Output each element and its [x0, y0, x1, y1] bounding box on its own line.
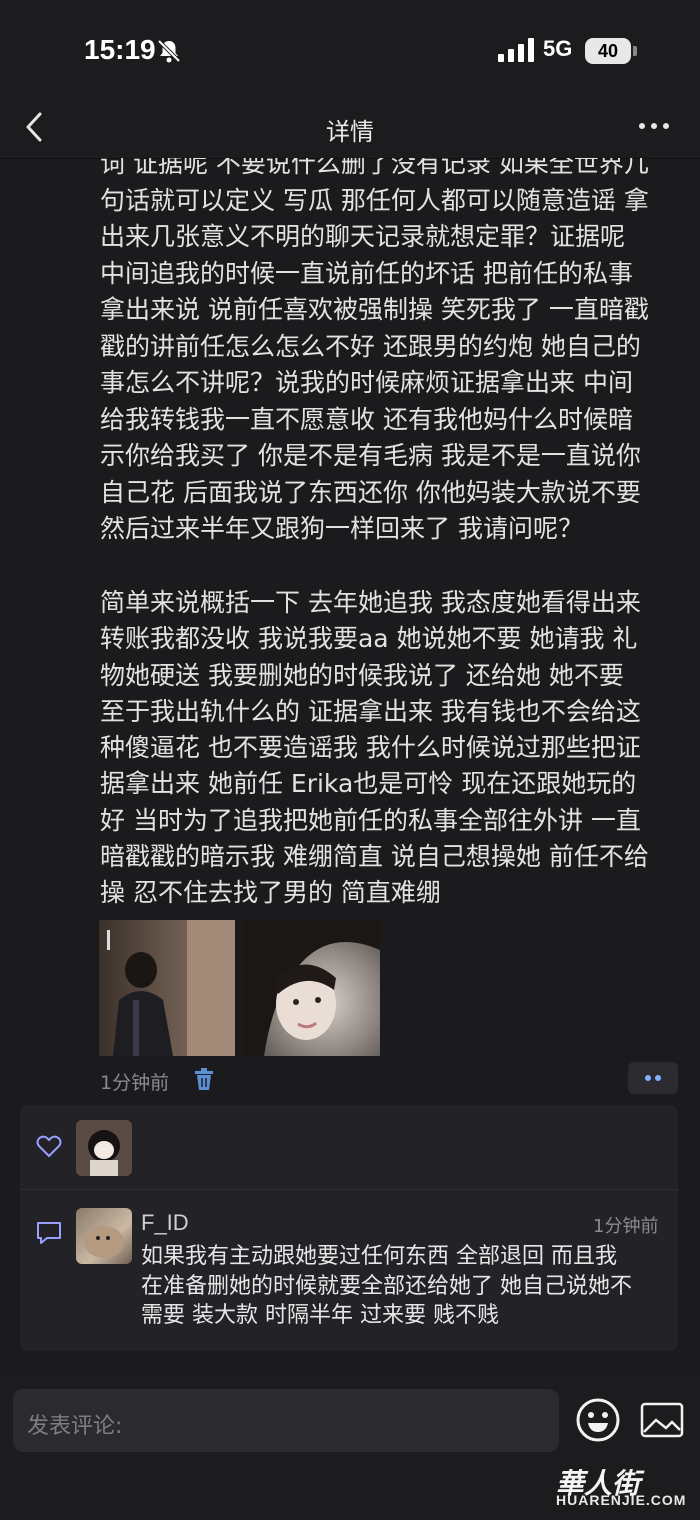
page-title: 详情 — [326, 118, 374, 146]
battery-icon: 40 — [585, 38, 631, 64]
commenter-avatar[interactable] — [76, 1208, 132, 1264]
more-icon[interactable] — [634, 114, 674, 138]
post-photo-1[interactable] — [99, 920, 235, 1056]
post-timestamp: 1分钟前 — [100, 1072, 170, 1094]
post-options-button[interactable] — [628, 1062, 678, 1094]
signal-icon — [498, 38, 534, 62]
silent-bell-icon — [157, 39, 181, 63]
watermark-text: HUARENJIE.COM — [556, 1492, 687, 1508]
heart-icon[interactable] — [36, 1134, 62, 1158]
comment-text: 如果我有主动跟她要过任何东西 全部退回 而且我 在准备删她的时候就要全部还给她了… — [141, 1244, 632, 1328]
post-paragraph-2: 简单来说概括一下 去年她追我 我态度她看得出来 转账我都没收 我说我要aa 她说… — [100, 588, 649, 908]
trash-icon[interactable] — [193, 1067, 215, 1091]
post-body-clip: 词 证据呢 不要说什么删了没有记录 如果全世界几 句话就可以定义 写瓜 那任何人… — [0, 158, 700, 920]
card-divider — [20, 1189, 678, 1190]
commenter-avatar-image — [84, 1226, 124, 1258]
status-time: 15:19 — [84, 34, 156, 65]
comment-timestamp: 1分钟前 — [593, 1216, 659, 1237]
status-bar: 15:19 5G 40 — [0, 0, 700, 100]
liker-avatar[interactable] — [76, 1120, 132, 1176]
comment-input-placeholder: 发表评论: — [27, 1414, 123, 1439]
nav-bar: 详情 — [0, 100, 700, 159]
battery-tip — [633, 46, 637, 56]
portrait-image — [244, 920, 380, 1056]
post-paragraph-1: 词 证据呢 不要说什么删了没有记录 如果全世界几 句话就可以定义 写瓜 那任何人… — [100, 158, 649, 543]
image-icon[interactable] — [640, 1400, 684, 1440]
comment-icon[interactable] — [35, 1220, 63, 1246]
post-photo-2[interactable] — [244, 920, 380, 1056]
dots-icon — [645, 1075, 661, 1081]
mirror-selfie-image — [107, 920, 235, 1056]
liker-avatar-image — [76, 1120, 132, 1176]
commenter-name[interactable]: F_ID — [141, 1210, 189, 1236]
network-type: 5G — [543, 36, 573, 61]
emoji-icon[interactable] — [575, 1397, 621, 1443]
